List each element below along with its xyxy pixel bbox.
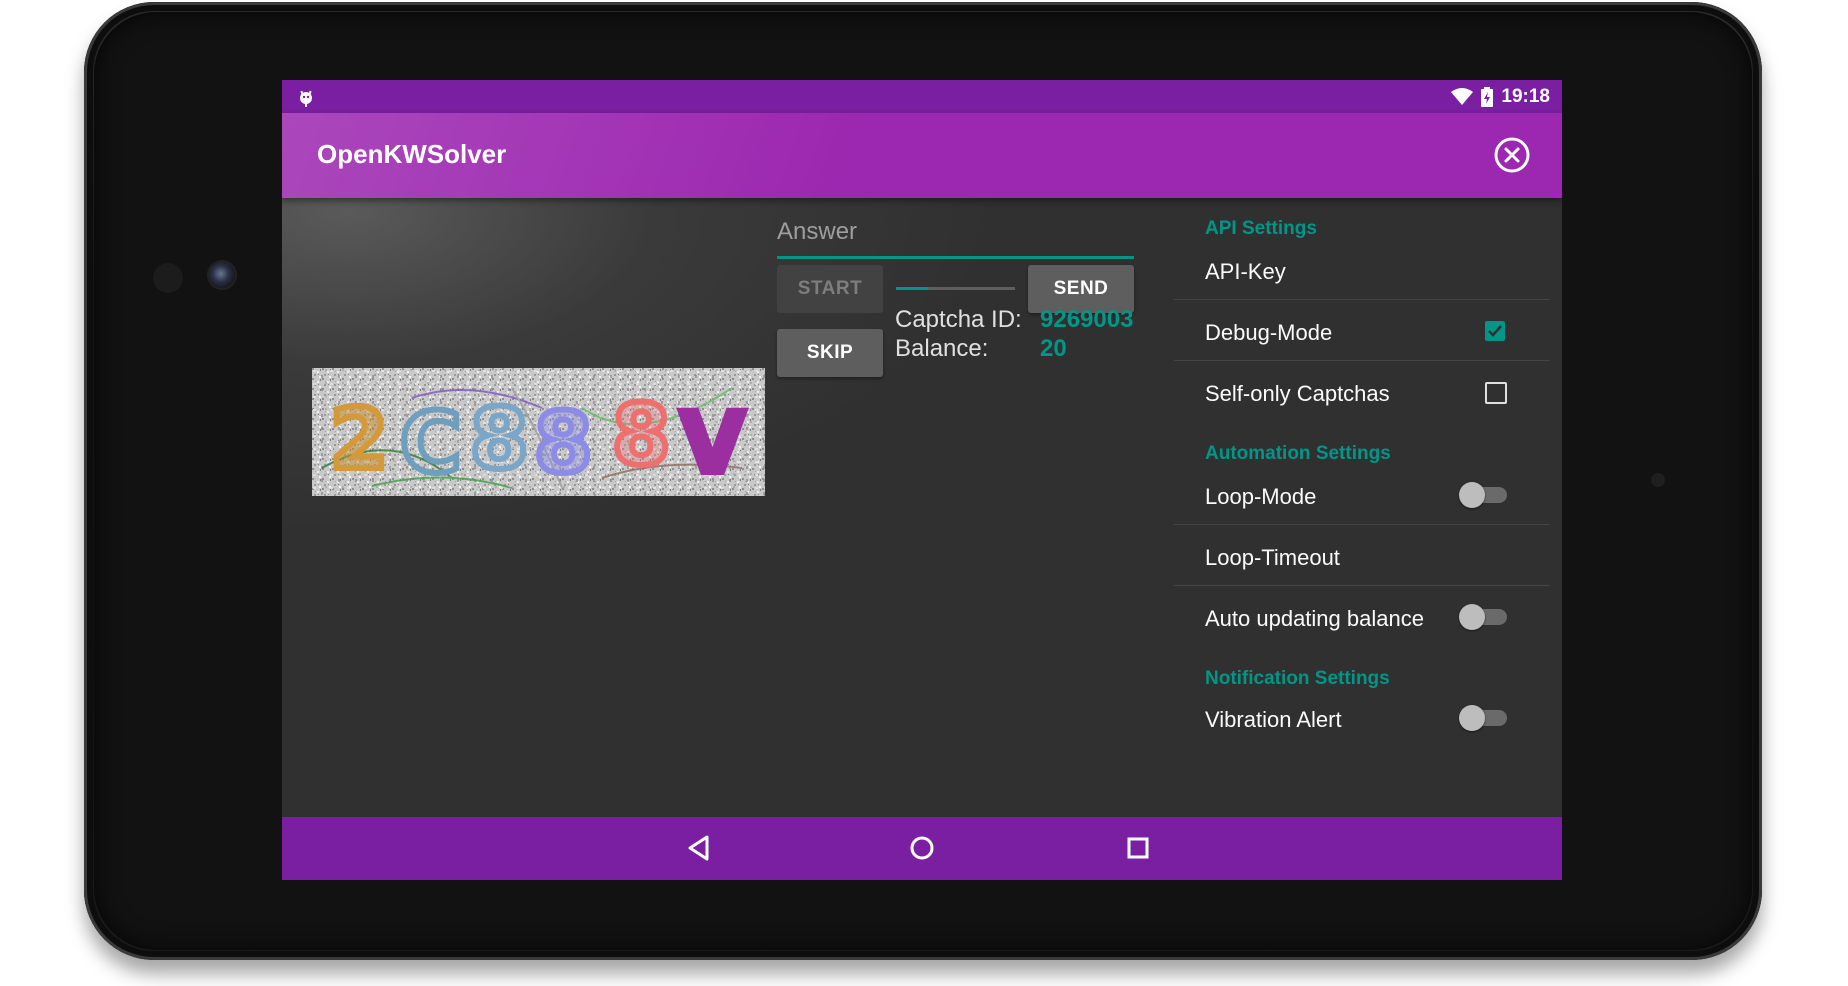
navigation-bar: [282, 817, 1562, 880]
system-icons: 19:18: [1451, 86, 1550, 108]
app-title: OpenKWSolver: [317, 139, 507, 169]
start-button[interactable]: START: [777, 265, 883, 313]
vibration-alert-item[interactable]: Vibration Alert: [1205, 707, 1342, 733]
notification-settings-header: Notification Settings: [1205, 668, 1390, 689]
light-sensor: [153, 263, 183, 293]
captcha-image: 2 C 8 8 8 V: [312, 368, 765, 496]
auto-balance-item[interactable]: Auto updating balance: [1205, 606, 1424, 632]
progress-fill: [896, 287, 929, 290]
progress-bar: [896, 287, 1015, 290]
debug-mode-item[interactable]: Debug-Mode: [1205, 320, 1332, 346]
divider: [1174, 299, 1550, 300]
loop-mode-switch[interactable]: [1459, 482, 1509, 508]
switch-thumb: [1459, 604, 1485, 630]
divider: [1174, 524, 1550, 525]
battery-icon: [1481, 87, 1494, 107]
switch-thumb: [1459, 482, 1485, 508]
back-icon[interactable]: [681, 830, 717, 866]
app-screen: 19:18 OpenKWSolver 2 C 8 8 8 V Answer ST…: [282, 80, 1562, 880]
svg-text:8: 8: [470, 390, 528, 488]
close-icon[interactable]: [1493, 136, 1531, 174]
api-key-item[interactable]: API-Key: [1205, 259, 1286, 285]
app-bar: OpenKWSolver: [282, 113, 1562, 198]
automation-settings-header: Automation Settings: [1205, 443, 1391, 464]
debug-mode-checkbox[interactable]: [1485, 321, 1505, 341]
android-notification-icon: [300, 90, 312, 107]
svg-text:V: V: [680, 394, 745, 492]
self-only-checkbox[interactable]: [1485, 382, 1507, 404]
loop-timeout-item[interactable]: Loop-Timeout: [1205, 545, 1340, 571]
captcha-id-value: 9269003: [1040, 306, 1134, 333]
balance-value: 20: [1040, 335, 1067, 362]
loop-mode-item[interactable]: Loop-Mode: [1205, 484, 1316, 510]
skip-button[interactable]: SKIP: [777, 329, 883, 377]
status-bar: 19:18: [282, 80, 1562, 113]
wifi-icon: [1451, 88, 1474, 105]
svg-text:2: 2: [330, 390, 388, 488]
status-clock: 19:18: [1501, 86, 1550, 107]
main-content: 2 C 8 8 8 V Answer START SEND SKIP Captc…: [282, 198, 1562, 817]
front-camera: [209, 262, 235, 288]
divider: [1174, 585, 1550, 586]
recents-icon[interactable]: [1120, 830, 1156, 866]
divider: [1174, 360, 1550, 361]
svg-text:8: 8: [534, 394, 592, 492]
svg-text:8: 8: [612, 386, 670, 484]
switch-thumb: [1459, 705, 1485, 731]
auto-balance-switch[interactable]: [1459, 604, 1509, 630]
self-only-captchas-item[interactable]: Self-only Captchas: [1205, 381, 1390, 407]
home-icon[interactable]: [904, 830, 940, 866]
balance-label: Balance:: [895, 335, 989, 362]
captcha-id-label: Captcha ID:: [895, 306, 1022, 333]
api-settings-header: API Settings: [1205, 218, 1317, 239]
answer-input[interactable]: Answer: [777, 212, 1134, 259]
vibration-alert-switch[interactable]: [1459, 705, 1509, 731]
speaker-dot: [1651, 473, 1665, 487]
svg-text:C: C: [400, 394, 462, 492]
settings-panel: API Settings API-Key Debug-Mode Self-onl…: [1174, 198, 1550, 817]
checkmark-icon: [1488, 325, 1502, 337]
